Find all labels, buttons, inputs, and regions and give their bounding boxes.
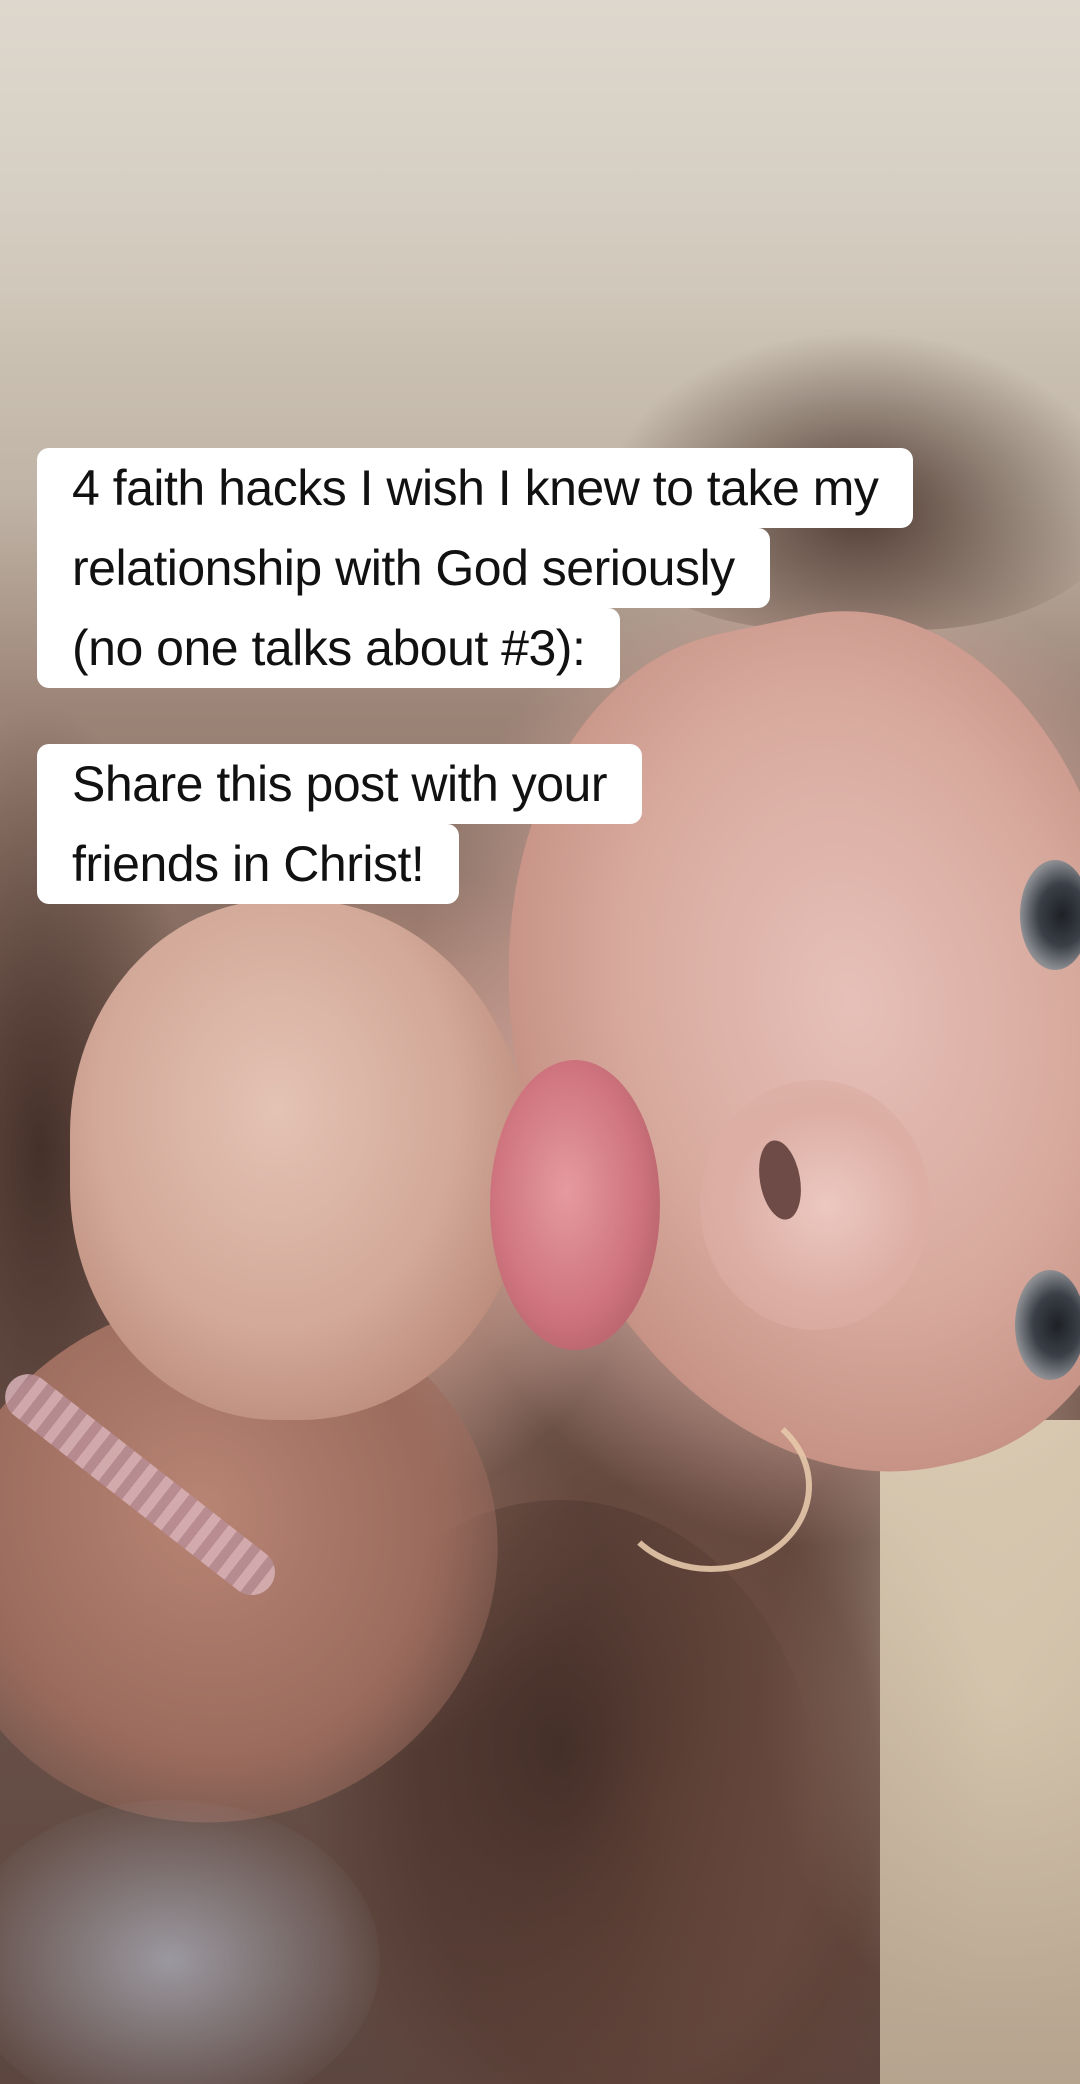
lips xyxy=(490,1060,660,1350)
hoop-earring xyxy=(610,1400,812,1572)
video-frame: 4 faith hacks I wish I knew to take my r… xyxy=(0,0,1080,2084)
nose xyxy=(700,1080,930,1330)
caption-line: friends in Christ! xyxy=(37,824,460,904)
eye xyxy=(1015,1270,1080,1380)
caption-line: relationship with God seriously xyxy=(37,528,770,608)
caption-line: (no one talks about #3): xyxy=(37,608,621,688)
wall xyxy=(0,0,1080,330)
caption-line: Share this post with your xyxy=(37,744,642,824)
caption-secondary: Share this post with your friends in Chr… xyxy=(37,744,1047,904)
background-photo xyxy=(0,0,1080,2084)
caption-primary: 4 faith hacks I wish I knew to take my r… xyxy=(37,448,1047,688)
fist xyxy=(70,900,530,1420)
caption-line: 4 faith hacks I wish I knew to take my xyxy=(37,448,914,528)
caption-overlay: 4 faith hacks I wish I knew to take my r… xyxy=(37,448,1047,960)
bed-sheet xyxy=(880,1420,1080,2084)
